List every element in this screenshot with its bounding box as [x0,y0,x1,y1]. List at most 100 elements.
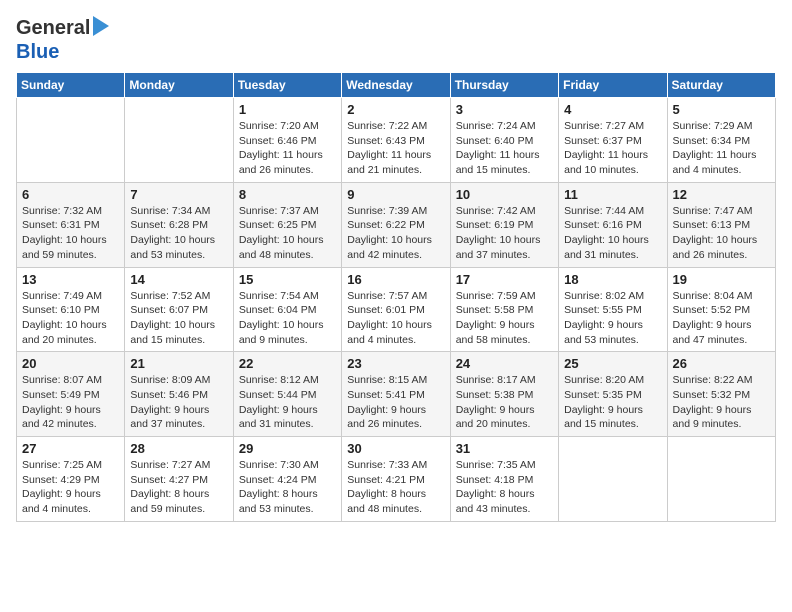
day-number: 12 [673,187,770,202]
calendar-cell: 25 Sunrise: 8:20 AM Sunset: 5:35 PM Dayli… [559,352,667,437]
day-info: Sunrise: 7:27 AM Sunset: 6:37 PM Dayligh… [564,119,661,178]
day-info: Sunrise: 8:07 AM Sunset: 5:49 PM Dayligh… [22,373,119,432]
day-info: Sunrise: 7:47 AM Sunset: 6:13 PM Dayligh… [673,204,770,263]
calendar-cell: 4 Sunrise: 7:27 AM Sunset: 6:37 PM Daylig… [559,98,667,183]
day-info: Sunrise: 7:49 AM Sunset: 6:10 PM Dayligh… [22,289,119,348]
day-number: 20 [22,356,119,371]
logo: General Blue [16,16,110,64]
day-info: Sunrise: 7:25 AM Sunset: 4:29 PM Dayligh… [22,458,119,517]
day-number: 6 [22,187,119,202]
calendar-table: SundayMondayTuesdayWednesdayThursdayFrid… [16,72,776,522]
day-info: Sunrise: 8:15 AM Sunset: 5:41 PM Dayligh… [347,373,444,432]
day-info: Sunrise: 7:22 AM Sunset: 6:43 PM Dayligh… [347,119,444,178]
day-number: 13 [22,272,119,287]
calendar-week-4: 20 Sunrise: 8:07 AM Sunset: 5:49 PM Dayli… [17,352,776,437]
calendar-cell: 3 Sunrise: 7:24 AM Sunset: 6:40 PM Daylig… [450,98,558,183]
calendar-header: SundayMondayTuesdayWednesdayThursdayFrid… [17,73,776,98]
calendar-cell [559,437,667,522]
day-info: Sunrise: 7:39 AM Sunset: 6:22 PM Dayligh… [347,204,444,263]
calendar-cell: 22 Sunrise: 8:12 AM Sunset: 5:44 PM Dayli… [233,352,341,437]
calendar-cell: 23 Sunrise: 8:15 AM Sunset: 5:41 PM Dayli… [342,352,450,437]
calendar-cell: 9 Sunrise: 7:39 AM Sunset: 6:22 PM Daylig… [342,182,450,267]
calendar-cell: 6 Sunrise: 7:32 AM Sunset: 6:31 PM Daylig… [17,182,125,267]
day-number: 10 [456,187,553,202]
calendar-header-saturday: Saturday [667,73,775,98]
page-header: General Blue [16,16,776,64]
calendar-cell [667,437,775,522]
day-info: Sunrise: 7:35 AM Sunset: 4:18 PM Dayligh… [456,458,553,517]
day-number: 8 [239,187,336,202]
calendar-cell: 2Sunrise: 7:22 AM Sunset: 6:43 PM Daylig… [342,98,450,183]
day-number: 17 [456,272,553,287]
day-number: 23 [347,356,444,371]
day-info: Sunrise: 7:54 AM Sunset: 6:04 PM Dayligh… [239,289,336,348]
day-number: 18 [564,272,661,287]
day-number: 29 [239,441,336,456]
calendar-week-3: 13 Sunrise: 7:49 AM Sunset: 6:10 PM Dayli… [17,267,776,352]
calendar-week-2: 6 Sunrise: 7:32 AM Sunset: 6:31 PM Daylig… [17,182,776,267]
day-info: Sunrise: 7:44 AM Sunset: 6:16 PM Dayligh… [564,204,661,263]
calendar-cell: 1Sunrise: 7:20 AM Sunset: 6:46 PM Daylig… [233,98,341,183]
day-info: Sunrise: 7:29 AM Sunset: 6:34 PM Dayligh… [673,119,770,178]
calendar-cell: 18Sunrise: 8:02 AM Sunset: 5:55 PM Dayli… [559,267,667,352]
day-info: Sunrise: 8:09 AM Sunset: 5:46 PM Dayligh… [130,373,227,432]
calendar-cell: 10 Sunrise: 7:42 AM Sunset: 6:19 PM Dayli… [450,182,558,267]
day-info: Sunrise: 7:37 AM Sunset: 6:25 PM Dayligh… [239,204,336,263]
calendar-header-wednesday: Wednesday [342,73,450,98]
calendar-week-1: 1Sunrise: 7:20 AM Sunset: 6:46 PM Daylig… [17,98,776,183]
day-number: 15 [239,272,336,287]
calendar-header-monday: Monday [125,73,233,98]
calendar-cell: 24 Sunrise: 8:17 AM Sunset: 5:38 PM Dayli… [450,352,558,437]
calendar-cell: 16Sunrise: 7:57 AM Sunset: 6:01 PM Dayli… [342,267,450,352]
calendar-header-sunday: Sunday [17,73,125,98]
calendar-cell: 17 Sunrise: 7:59 AM Sunset: 5:58 PM Dayli… [450,267,558,352]
day-number: 7 [130,187,227,202]
day-info: Sunrise: 7:42 AM Sunset: 6:19 PM Dayligh… [456,204,553,263]
day-info: Sunrise: 7:32 AM Sunset: 6:31 PM Dayligh… [22,204,119,263]
day-info: Sunrise: 8:04 AM Sunset: 5:52 PM Dayligh… [673,289,770,348]
day-number: 3 [456,102,553,117]
day-number: 30 [347,441,444,456]
calendar-cell [125,98,233,183]
day-info: Sunrise: 7:52 AM Sunset: 6:07 PM Dayligh… [130,289,227,348]
logo-arrow-icon [93,16,109,41]
day-info: Sunrise: 8:17 AM Sunset: 5:38 PM Dayligh… [456,373,553,432]
day-number: 19 [673,272,770,287]
day-number: 9 [347,187,444,202]
day-info: Sunrise: 7:24 AM Sunset: 6:40 PM Dayligh… [456,119,553,178]
day-info: Sunrise: 8:20 AM Sunset: 5:35 PM Dayligh… [564,373,661,432]
day-info: Sunrise: 7:34 AM Sunset: 6:28 PM Dayligh… [130,204,227,263]
day-info: Sunrise: 7:30 AM Sunset: 4:24 PM Dayligh… [239,458,336,517]
day-number: 31 [456,441,553,456]
calendar-cell: 27 Sunrise: 7:25 AM Sunset: 4:29 PM Dayli… [17,437,125,522]
calendar-cell: 8 Sunrise: 7:37 AM Sunset: 6:25 PM Daylig… [233,182,341,267]
calendar-cell: 26Sunrise: 8:22 AM Sunset: 5:32 PM Dayli… [667,352,775,437]
day-number: 24 [456,356,553,371]
day-number: 14 [130,272,227,287]
day-number: 28 [130,441,227,456]
calendar-cell: 20 Sunrise: 8:07 AM Sunset: 5:49 PM Dayli… [17,352,125,437]
calendar-cell: 12 Sunrise: 7:47 AM Sunset: 6:13 PM Dayli… [667,182,775,267]
day-info: Sunrise: 7:59 AM Sunset: 5:58 PM Dayligh… [456,289,553,348]
day-number: 4 [564,102,661,117]
day-number: 5 [673,102,770,117]
calendar-cell: 19 Sunrise: 8:04 AM Sunset: 5:52 PM Dayli… [667,267,775,352]
calendar-cell [17,98,125,183]
calendar-cell: 30 Sunrise: 7:33 AM Sunset: 4:21 PM Dayli… [342,437,450,522]
calendar-cell: 14 Sunrise: 7:52 AM Sunset: 6:07 PM Dayli… [125,267,233,352]
calendar-cell: 31 Sunrise: 7:35 AM Sunset: 4:18 PM Dayli… [450,437,558,522]
calendar-header-tuesday: Tuesday [233,73,341,98]
calendar-cell: 5 Sunrise: 7:29 AM Sunset: 6:34 PM Daylig… [667,98,775,183]
calendar-cell: 28Sunrise: 7:27 AM Sunset: 4:27 PM Dayli… [125,437,233,522]
day-number: 22 [239,356,336,371]
day-number: 21 [130,356,227,371]
day-info: Sunrise: 8:12 AM Sunset: 5:44 PM Dayligh… [239,373,336,432]
day-number: 27 [22,441,119,456]
calendar-cell: 29 Sunrise: 7:30 AM Sunset: 4:24 PM Dayli… [233,437,341,522]
calendar-week-5: 27 Sunrise: 7:25 AM Sunset: 4:29 PM Dayli… [17,437,776,522]
day-info: Sunrise: 8:22 AM Sunset: 5:32 PM Dayligh… [673,373,770,432]
day-number: 16 [347,272,444,287]
day-number: 25 [564,356,661,371]
day-number: 11 [564,187,661,202]
day-info: Sunrise: 7:33 AM Sunset: 4:21 PM Dayligh… [347,458,444,517]
